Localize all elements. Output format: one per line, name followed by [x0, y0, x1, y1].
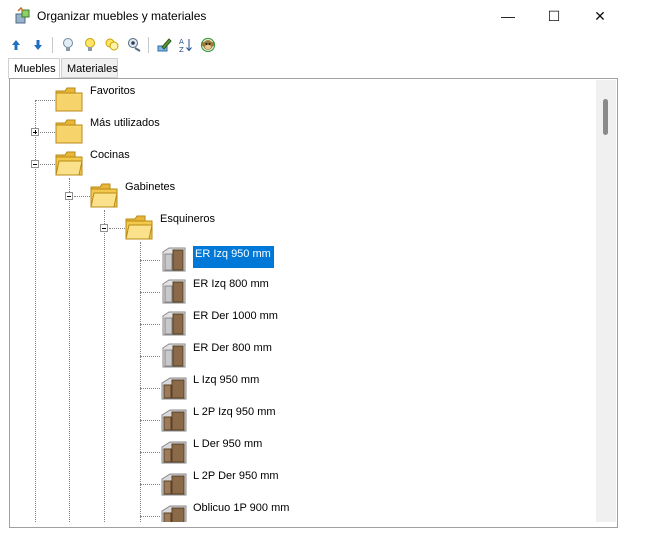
cabinet-icon: [162, 343, 186, 368]
cabinet-icon: [161, 441, 187, 464]
cabinet-icon: [161, 505, 187, 522]
tree-node-item[interactable]: L Izq 950 mm: [193, 374, 259, 386]
lightbulbs-icon: [105, 38, 119, 51]
collapse-toggle[interactable]: [65, 192, 73, 200]
svg-text:A: A: [179, 38, 184, 46]
tree-node-gabinetes[interactable]: Gabinetes: [125, 181, 175, 193]
tab-materiales[interactable]: Materiales: [61, 58, 118, 78]
view-button[interactable]: [124, 34, 144, 56]
cabinet-icon: [162, 311, 186, 336]
collapse-toggle[interactable]: [31, 160, 39, 168]
lightbulb-on-icon: [85, 38, 95, 51]
sort-az-icon: AZ: [179, 38, 192, 53]
folder-icon: [55, 119, 83, 144]
tree-node-cocinas[interactable]: Cocinas: [90, 149, 130, 161]
furniture-tree[interactable]: Favoritos Más utilizados Cocinas Gabinet…: [10, 80, 596, 522]
folder-open-icon: [90, 183, 118, 208]
tree-node-item[interactable]: Oblicuo 1P 900 mm: [193, 502, 289, 514]
folder-icon: [55, 87, 83, 112]
tree-node-item[interactable]: ER Izq 950 mm: [193, 246, 274, 268]
cabinet-icon: [161, 409, 187, 432]
tree-node-item[interactable]: ER Izq 800 mm: [193, 278, 269, 290]
arrow-down-icon: [34, 40, 42, 50]
scroll-thumb[interactable]: [603, 99, 608, 135]
folder-open-icon: [125, 215, 153, 240]
folder-open-icon: [55, 151, 83, 176]
cabinet-icon: [161, 473, 187, 496]
toolbar: AZ: [6, 34, 306, 56]
monkey-icon: [200, 37, 216, 53]
tree-node-item[interactable]: L 2P Der 950 mm: [193, 470, 279, 482]
organizer-window: Organizar muebles y materiales — ☐ ✕ A Z…: [0, 0, 627, 536]
cabinet-icon: [162, 247, 186, 272]
edit-button[interactable]: [154, 34, 174, 56]
tree-node-item[interactable]: L Der 950 mm: [193, 438, 262, 450]
cabinet-icon: [161, 377, 187, 400]
lightbulb-on-button[interactable]: [80, 34, 100, 56]
collapse-toggle[interactable]: [100, 224, 108, 232]
tree-node-item[interactable]: ER Der 800 mm: [193, 342, 272, 354]
edit-icon: [157, 38, 172, 52]
svg-text:Z: Z: [179, 46, 184, 53]
move-up-button[interactable]: [6, 34, 26, 56]
expand-toggle[interactable]: [31, 128, 39, 136]
close-button[interactable]: ✕: [577, 0, 623, 32]
minimize-button[interactable]: —: [485, 0, 531, 32]
window-title: Organizar muebles y materiales: [37, 9, 207, 23]
sort-button[interactable]: AZ: [176, 34, 196, 56]
arrow-up-icon: [12, 40, 20, 50]
tree-node-item[interactable]: L 2P Izq 950 mm: [193, 406, 276, 418]
maximize-button[interactable]: ☐: [531, 0, 577, 32]
tree-node-mas-utilizados[interactable]: Más utilizados: [90, 117, 160, 129]
tab-muebles[interactable]: Muebles: [8, 58, 60, 79]
lightbulbs-button[interactable]: [102, 34, 122, 56]
lightbulb-off-icon: [63, 38, 73, 51]
tree-node-favoritos[interactable]: Favoritos: [90, 85, 135, 97]
app-icon: [15, 7, 30, 24]
title-bar: Organizar muebles y materiales — ☐ ✕: [0, 0, 627, 32]
lightbulb-off-button[interactable]: [58, 34, 78, 56]
move-down-button[interactable]: [28, 34, 48, 56]
cabinet-icon: [162, 279, 186, 304]
vertical-scrollbar[interactable]: [596, 80, 616, 522]
eye-icon: [128, 38, 141, 52]
tree-node-item[interactable]: ER Der 1000 mm: [193, 310, 278, 322]
tree-node-esquineros[interactable]: Esquineros: [160, 213, 215, 225]
monkey-button[interactable]: [198, 34, 218, 56]
